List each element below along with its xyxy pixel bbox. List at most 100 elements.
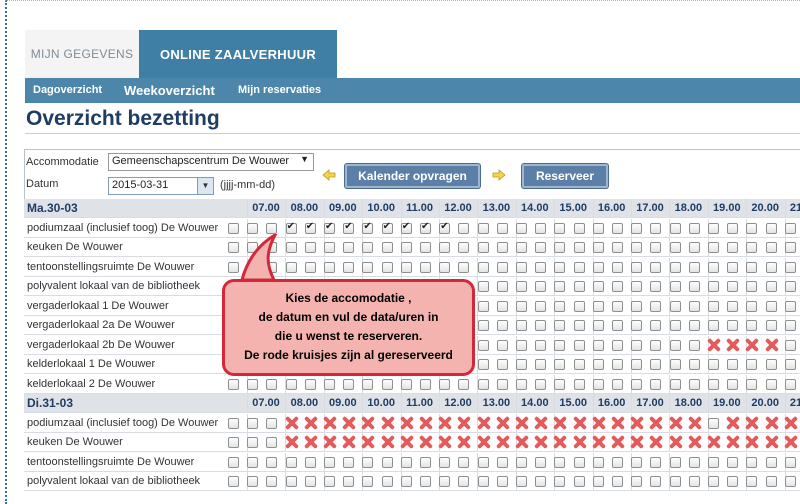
slot-checkbox[interactable] [765, 476, 777, 487]
slot-checkbox[interactable] [765, 456, 777, 468]
slot-checkbox[interactable] [746, 300, 758, 312]
slot-checkbox[interactable] [631, 300, 643, 312]
slot-checkbox[interactable] [784, 476, 796, 487]
slot-checkbox[interactable] [516, 339, 527, 351]
slot-checkbox[interactable] [612, 476, 623, 487]
slot-checkbox[interactable] [592, 300, 604, 312]
slot-checkbox[interactable] [765, 320, 777, 331]
slot-checkbox[interactable] [765, 281, 777, 292]
slot-checkbox[interactable] [631, 339, 643, 351]
slot-checkbox[interactable] [496, 300, 508, 312]
slot-checkbox[interactable] [516, 261, 527, 273]
slot-checkbox[interactable] [784, 242, 796, 253]
slot-checkbox[interactable] [400, 242, 412, 253]
slot-checkbox[interactable] [765, 242, 777, 253]
slot-checkbox[interactable] [669, 261, 681, 273]
slot-checkbox[interactable] [784, 456, 796, 468]
slot-checkbox[interactable] [381, 242, 393, 253]
slot-checkbox[interactable] [727, 359, 739, 370]
slot-checkbox[interactable] [304, 476, 316, 487]
slot-checkbox[interactable] [573, 476, 585, 487]
slot-checkbox[interactable] [439, 456, 451, 468]
slot-checkbox[interactable] [727, 222, 739, 234]
slot-checkbox[interactable] [688, 476, 700, 487]
slot-checkbox[interactable] [228, 261, 239, 273]
slot-checkbox[interactable] [650, 339, 662, 351]
slot-checkbox[interactable] [592, 476, 604, 487]
slot-checkbox[interactable] [285, 476, 297, 487]
slot-checkbox-checked[interactable] [285, 221, 297, 234]
slot-checkbox[interactable] [477, 261, 489, 273]
slot-checkbox[interactable] [228, 242, 239, 253]
slot-checkbox[interactable] [573, 359, 585, 370]
slot-checkbox[interactable] [554, 339, 566, 351]
kalender-opvragen-button[interactable]: Kalender opvragen [345, 164, 480, 188]
slot-checkbox[interactable] [612, 242, 623, 253]
slot-checkbox[interactable] [458, 378, 470, 390]
slot-checkbox[interactable] [573, 378, 585, 390]
slot-checkbox[interactable] [784, 222, 796, 234]
slot-checkbox[interactable] [631, 242, 643, 253]
slot-checkbox[interactable] [746, 320, 758, 331]
slot-checkbox[interactable] [592, 339, 604, 351]
slot-checkbox[interactable] [765, 378, 777, 390]
slot-checkbox[interactable] [708, 300, 719, 312]
slot-checkbox[interactable] [669, 456, 681, 468]
slot-checkbox[interactable] [362, 242, 374, 253]
slot-checkbox[interactable] [266, 476, 278, 487]
slot-checkbox[interactable] [669, 378, 681, 390]
slot-checkbox[interactable] [439, 242, 451, 253]
slot-checkbox[interactable] [516, 242, 527, 253]
slot-checkbox[interactable] [381, 261, 393, 273]
slot-checkbox[interactable] [535, 300, 547, 312]
slot-checkbox[interactable] [458, 222, 470, 234]
slot-checkbox[interactable] [343, 456, 355, 468]
slot-checkbox[interactable] [477, 359, 489, 370]
slot-checkbox[interactable] [400, 378, 412, 390]
slot-checkbox[interactable] [477, 339, 489, 351]
slot-checkbox[interactable] [708, 359, 719, 370]
slot-checkbox[interactable] [727, 281, 739, 292]
slot-checkbox[interactable] [650, 281, 662, 292]
slot-checkbox[interactable] [477, 320, 489, 331]
slot-checkbox[interactable] [650, 476, 662, 487]
slot-checkbox[interactable] [496, 261, 508, 273]
slot-checkbox[interactable] [688, 281, 700, 292]
subnav-mijn-reservaties[interactable]: Mijn reservaties [238, 78, 321, 103]
slot-checkbox[interactable] [708, 378, 719, 390]
slot-checkbox[interactable] [573, 281, 585, 292]
slot-checkbox[interactable] [746, 222, 758, 234]
slot-checkbox[interactable] [439, 476, 451, 487]
slot-checkbox[interactable] [400, 476, 412, 487]
slot-checkbox[interactable] [573, 261, 585, 273]
slot-checkbox[interactable] [247, 417, 259, 429]
slot-checkbox[interactable] [535, 476, 547, 487]
slot-checkbox[interactable] [535, 378, 547, 390]
slot-checkbox[interactable] [592, 222, 604, 234]
slot-checkbox[interactable] [669, 281, 681, 292]
slot-checkbox[interactable] [650, 359, 662, 370]
slot-checkbox[interactable] [727, 242, 739, 253]
slot-checkbox[interactable] [266, 437, 278, 448]
slot-checkbox[interactable] [612, 222, 623, 234]
slot-checkbox[interactable] [765, 222, 777, 234]
slot-checkbox[interactable] [784, 281, 796, 292]
slot-checkbox[interactable] [458, 476, 470, 487]
slot-checkbox-checked[interactable] [420, 221, 431, 234]
slot-checkbox[interactable] [496, 222, 508, 234]
slot-checkbox[interactable] [650, 378, 662, 390]
slot-checkbox[interactable] [554, 456, 566, 468]
slot-checkbox[interactable] [516, 320, 527, 331]
slot-checkbox[interactable] [612, 359, 623, 370]
slot-checkbox[interactable] [708, 261, 719, 273]
slot-checkbox[interactable] [285, 378, 297, 390]
slot-checkbox[interactable] [228, 417, 239, 429]
slot-checkbox[interactable] [765, 261, 777, 273]
slot-checkbox[interactable] [381, 456, 393, 468]
slot-checkbox[interactable] [535, 359, 547, 370]
slot-checkbox[interactable] [631, 359, 643, 370]
slot-checkbox[interactable] [631, 281, 643, 292]
slot-checkbox-checked[interactable] [343, 221, 355, 234]
slot-checkbox[interactable] [439, 378, 451, 390]
slot-checkbox[interactable] [727, 261, 739, 273]
